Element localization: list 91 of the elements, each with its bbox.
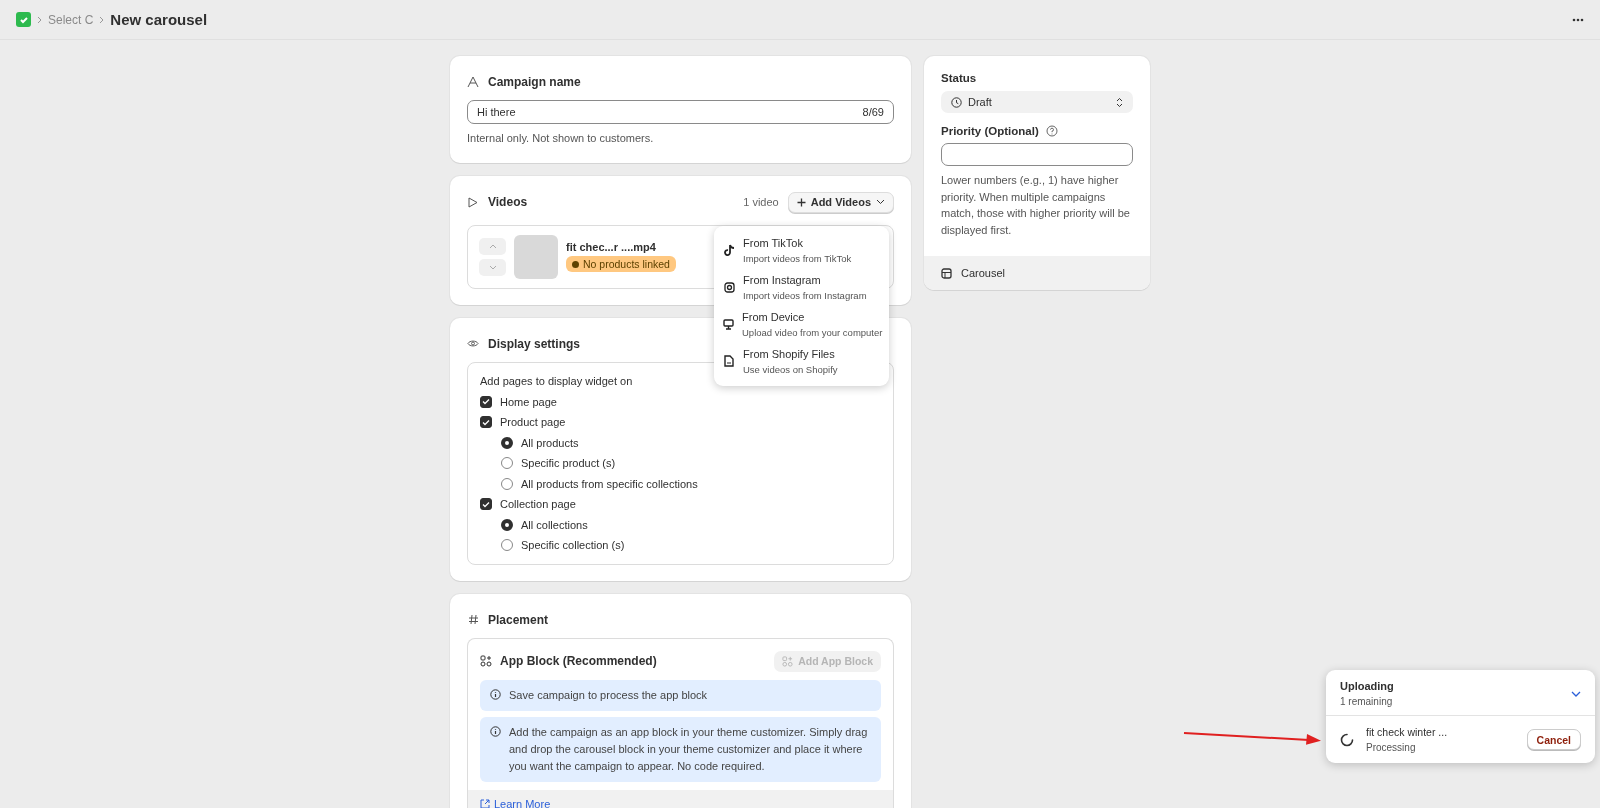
help-text: Lower numbers (e.g., 1) have higher priority. When multiple campaigns match, those with higher priority will be displayed first. [941,173,1131,238]
eye-icon [467,339,479,348]
info-icon [490,726,501,738]
info-text: Add the campaign as an app block in your theme customizer. Simply drag and drop the carousel block in your theme customizer and place it where you want the campaign to appear. No code required. [509,724,869,774]
checkbox-option[interactable]: Product page [480,412,881,433]
chevron-icon [37,15,42,24]
external-link-icon [480,798,490,808]
remaining-count: 1 remaining [1340,696,1394,707]
help-text: Internal only. Not shown to customers. [467,131,655,146]
app-block-title: App Block (Recommended) [500,654,657,668]
add-videos-button[interactable]: Add Videos [787,191,894,213]
upload-title: Uploading [1340,680,1394,692]
collapse-chevron-icon[interactable] [1571,690,1581,697]
layout-icon [941,267,952,279]
card-title: Videos [488,195,528,209]
checkbox[interactable] [480,395,492,408]
help-icon[interactable] [1045,125,1058,137]
menu-item[interactable]: From Instagram Import videos from Instagram [714,268,889,306]
info-text: Save campaign to process the app block [509,687,708,703]
upload-status: Processing [1366,742,1417,753]
option-label: All products [521,436,579,449]
option-label: Home page [500,395,557,408]
app-blocks-icon [782,655,794,667]
warning-badge: No products linked [566,256,676,272]
checkbox[interactable] [480,498,492,511]
clock-icon [951,96,962,108]
document-icon [724,355,734,367]
menu-item-title: From TikTok [743,236,804,249]
radio-option[interactable]: All products from specific collections [480,473,881,494]
radio-option[interactable]: All collections [480,514,881,535]
radio-option[interactable]: All products [480,432,881,453]
video-thumbnail-placeholder [514,234,558,279]
play-icon [467,196,479,208]
camera-icon [723,281,735,293]
radio-option[interactable]: Specific collection (s) [480,535,881,556]
radio-button[interactable] [501,436,513,449]
cancel-button[interactable]: Cancel [1526,729,1581,750]
menu-item-title: From Shopify Files [743,347,836,360]
learn-more-link[interactable]: Learn More [480,797,551,808]
field-label: Priority (Optional) [941,125,1039,137]
page-title: New carousel [110,11,208,28]
info-icon [490,689,501,700]
monitor-icon [723,318,734,330]
chevron-up-icon [488,243,497,249]
chevron-down-icon [488,264,497,270]
menu-item[interactable]: From Shopify Files Use videos on Shopify [714,342,889,380]
option-label: Specific collection (s) [521,539,625,552]
option-label: All products from specific collections [521,477,698,490]
spinner-icon [1340,732,1354,747]
option-label: All collections [521,518,588,531]
option-label: Specific product (s) [521,457,616,470]
field-value: Hi there [477,106,516,118]
menu-item-description: Import videos from TikTok [743,252,852,264]
menu-item-description: Upload video from your computer [742,326,883,338]
card-title: Display settings [488,336,581,351]
video-name: fit chec...r ....mp4 [566,241,656,253]
card-title: Campaign name [488,75,581,89]
card-title: Placement [488,612,549,627]
checkbox-option[interactable]: Home page [480,391,881,412]
caret-icon [876,199,885,205]
plus-icon [796,197,806,207]
priority-field[interactable] [941,143,1133,166]
text-icon [467,76,479,88]
upload-file-name: fit check winter ... [1366,726,1448,738]
checkbox-option[interactable]: Collection page [480,494,881,515]
status-value: Draft [968,96,992,108]
menu-item[interactable]: From Device Upload video from your computer [714,305,889,343]
music-note-icon [723,244,735,256]
select-arrows-icon [1116,96,1123,108]
menu-item-title: From Instagram [743,273,822,286]
checkbox[interactable] [480,416,492,429]
campaign-name-field[interactable]: Hi there 8/69 [467,100,894,124]
option-label: Product page [500,416,566,429]
menu-item[interactable]: From TikTok Import videos from TikTok [714,231,889,269]
hash-icon [467,614,479,625]
section-label: Add pages to display widget on [480,374,634,387]
option-label: Collection page [500,498,576,511]
radio-option[interactable]: Specific product (s) [480,453,881,474]
menu-item-description: Use videos on Shopify [743,363,838,375]
video-count: 1 video [743,196,779,208]
app-blocks-icon [480,655,492,667]
campaign-type-label: Carousel [961,267,1006,279]
radio-button[interactable] [501,518,513,531]
menu-item-title: From Device [742,310,806,323]
menu-item-description: Import videos from Instagram [743,289,867,301]
app-logo-icon[interactable] [16,12,31,27]
more-options-icon[interactable] [1572,17,1584,22]
status-select[interactable]: Draft [941,91,1133,113]
chevron-icon [99,15,105,24]
character-counter: 8/69 [862,106,884,118]
field-label: Status [941,72,978,84]
